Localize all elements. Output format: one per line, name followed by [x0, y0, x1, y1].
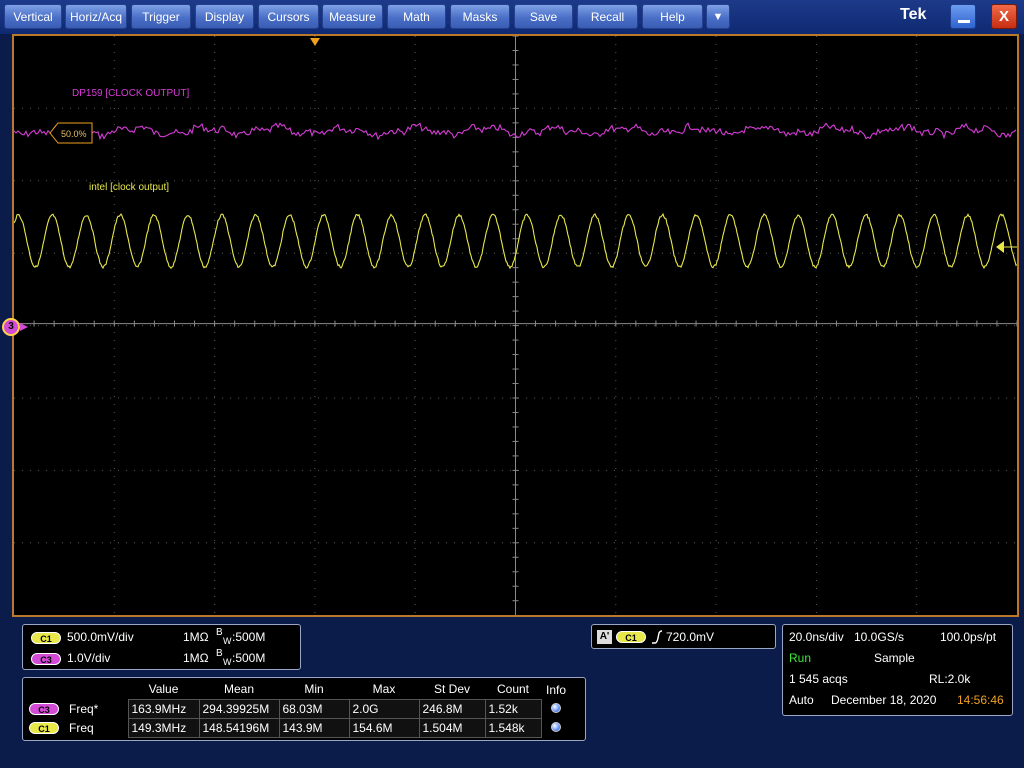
menu-recall-label: Recall — [590, 9, 625, 24]
menu-more-button[interactable]: ▼ — [706, 4, 730, 29]
acq-date: December 18, 2020 — [831, 693, 937, 707]
header-max: Max — [372, 682, 396, 697]
header-min: Min — [304, 682, 324, 697]
menu-display-button[interactable]: Display — [195, 4, 254, 29]
ch1-scale[interactable]: 500.0mV/div — [67, 630, 134, 644]
menu-trigger-label: Trigger — [142, 9, 180, 24]
meas2-mean: 148.54196M — [198, 717, 280, 738]
meas2-value: 149.3MHz — [127, 717, 200, 738]
menu-help-label: Help — [660, 9, 685, 24]
meas1-value: 163.9MHz — [127, 698, 200, 719]
trigger-level: 720.0mV — [666, 630, 715, 644]
acq-time: 14:56:46 — [957, 693, 1004, 707]
run-state[interactable]: Run — [789, 651, 811, 665]
menu-recall-button[interactable]: Recall — [577, 4, 638, 29]
ch1-impedance: 1MΩ — [183, 630, 209, 644]
header-info: Info — [545, 682, 566, 697]
minimize-button[interactable] — [950, 4, 976, 29]
trigger-a-label: A' — [597, 630, 612, 644]
trigger-level-marker-label: 50.0% — [61, 129, 87, 139]
measurement-table: Value Mean Min Max St Dev Count Info C3 … — [26, 680, 571, 738]
trigger-level-arrow-icon — [996, 241, 1004, 253]
menu-measure-button[interactable]: Measure — [322, 4, 383, 29]
tek-logo: Tek — [900, 6, 927, 23]
ch3-waveform-label: DP159 [CLOCK OUTPUT] — [72, 88, 190, 99]
ch3-bw-prefix: B — [216, 648, 223, 659]
sample-rate: 10.0GS/s — [854, 630, 905, 644]
menu-vertical-button[interactable]: Vertical — [4, 4, 62, 29]
acq-count: 1 545 acqs — [789, 672, 848, 686]
meas1-max: 2.0G — [348, 698, 420, 719]
meas1-mean: 294.39925M — [198, 698, 280, 719]
ch1-bw-prefix: B — [216, 627, 223, 638]
meas2-max: 154.6M — [348, 717, 420, 738]
chevron-down-icon: ▼ — [712, 10, 724, 23]
menu-save-button[interactable]: Save — [514, 4, 573, 29]
menu-trigger-button[interactable]: Trigger — [131, 4, 191, 29]
menu-measure-label: Measure — [329, 9, 376, 24]
channel-settings-panel[interactable]: C1 500.0mV/div 1MΩ B W :500M C3 1.0V/div… — [22, 624, 301, 670]
meas2-source-badge: C1 — [29, 721, 59, 734]
ch1-waveform-label: intel [clock output] — [89, 182, 170, 193]
ch3-scale[interactable]: 1.0V/div — [67, 651, 110, 665]
ch3-bw-sub: W — [223, 657, 232, 667]
graticule: 50.0% — [14, 36, 1017, 615]
ch1-bw-sub: W — [223, 636, 232, 646]
menu-math-label: Math — [403, 9, 430, 24]
meas2-info-icon[interactable] — [551, 721, 562, 732]
trigger-panel[interactable]: A' C1 720.0mV — [591, 624, 776, 649]
ch3-ground-marker-label: 3 — [8, 321, 14, 332]
ch3-ground-arrow-icon — [20, 323, 28, 331]
menu-display-label: Display — [204, 9, 245, 24]
ch1-bandwidth: :500M — [232, 630, 266, 644]
meas2-stdev: 1.504M — [418, 717, 486, 738]
menu-masks-button[interactable]: Masks — [450, 4, 510, 29]
meas2-name: Freq — [69, 720, 94, 735]
trigger-source-badge: C1 — [616, 631, 646, 643]
meas1-min: 68.03M — [278, 698, 350, 719]
ch1-badge[interactable]: C1 — [31, 632, 61, 644]
meas2-count: 1.548k — [484, 717, 542, 738]
header-mean: Mean — [223, 682, 255, 697]
menu-cursors-button[interactable]: Cursors — [258, 4, 319, 29]
meas1-info-icon[interactable] — [551, 702, 562, 713]
record-length: RL:2.0k — [929, 672, 971, 686]
menu-save-label: Save — [529, 9, 558, 24]
close-button[interactable]: X — [991, 4, 1017, 29]
menu-bar: Vertical Horiz/Acq Trigger Display Curso… — [0, 0, 1024, 34]
header-count: Count — [496, 682, 530, 697]
ch3-ground-marker[interactable]: 3 — [2, 318, 20, 336]
ch3-bandwidth: :500M — [232, 651, 266, 665]
header-stdev: St Dev — [433, 682, 470, 697]
meas1-count: 1.52k — [484, 698, 542, 719]
meas1-name: Freq* — [69, 701, 99, 716]
time-per-div[interactable]: 20.0ns/div — [789, 630, 844, 644]
meas1-source-badge: C3 — [29, 702, 59, 715]
measurement-row[interactable]: C1 Freq 149.3MHz 148.54196M 143.9M 154.6… — [26, 717, 571, 738]
trigger-position-marker-icon — [310, 38, 320, 46]
menu-vertical-label: Vertical — [13, 9, 53, 24]
minimize-icon — [958, 20, 970, 23]
meas1-stdev: 246.8M — [418, 698, 486, 719]
menu-math-button[interactable]: Math — [387, 4, 446, 29]
meas2-min: 143.9M — [278, 717, 350, 738]
menu-cursors-label: Cursors — [267, 9, 310, 24]
measurement-row[interactable]: C3 Freq* 163.9MHz 294.39925M 68.03M 2.0G… — [26, 698, 571, 719]
menu-help-button[interactable]: Help — [642, 4, 703, 29]
measurement-header-row: Value Mean Min Max St Dev Count Info — [26, 680, 571, 699]
ch3-impedance: 1MΩ — [183, 651, 209, 665]
acq-mode: Sample — [874, 651, 915, 665]
measurement-panel[interactable]: Value Mean Min Max St Dev Count Info C3 … — [22, 677, 586, 741]
trigger-mode: Auto — [789, 693, 814, 707]
close-icon: X — [998, 8, 1009, 25]
menu-masks-label: Masks — [462, 9, 498, 24]
acquisition-panel[interactable]: 20.0ns/div 10.0GS/s 100.0ps/pt Run Sampl… — [782, 624, 1013, 716]
menu-horiz-acq-button[interactable]: Horiz/Acq — [65, 4, 127, 29]
ch3-badge[interactable]: C3 — [31, 653, 61, 665]
rising-edge-icon — [652, 630, 663, 644]
time-resolution: 100.0ps/pt — [940, 630, 997, 644]
waveform-display[interactable]: 50.0% DP159 [CLOCK OUTPUT] intel [clock … — [12, 34, 1019, 617]
menu-horiz-acq-label: Horiz/Acq — [69, 9, 122, 24]
header-value: Value — [148, 682, 179, 697]
